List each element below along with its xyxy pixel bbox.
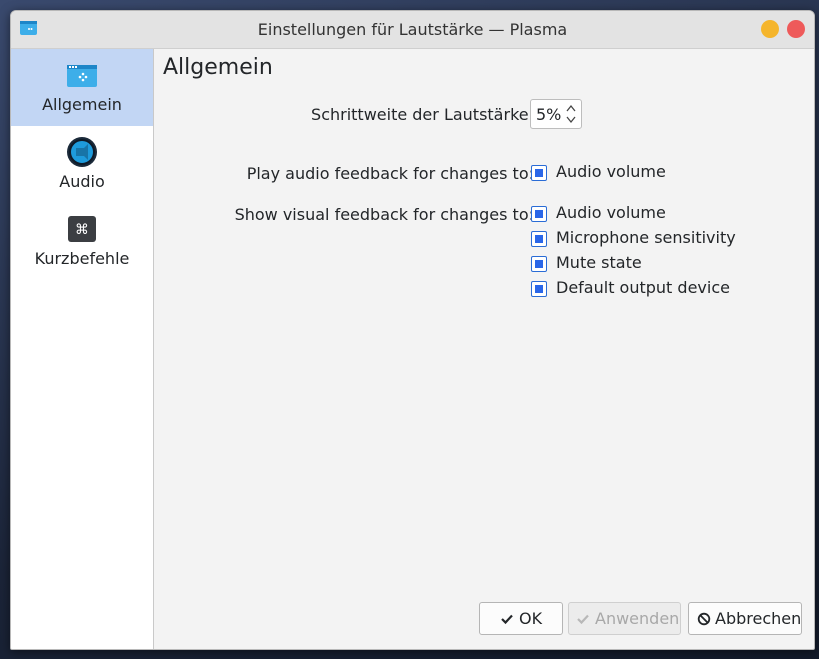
content-area: Allgemein Schrittweite der Lautstärke: 5…: [154, 49, 814, 649]
checkmark-icon: [577, 614, 589, 625]
checkbox[interactable]: [531, 206, 547, 222]
settings-window: Einstellungen für Lautstärke — Plasma Al…: [10, 10, 815, 650]
spin-arrows-icon[interactable]: [565, 102, 577, 126]
checkbox-label: Mute state: [556, 253, 642, 272]
apply-label: Anwenden: [595, 609, 680, 628]
keyboard-shortcut-icon: ⌘: [68, 216, 96, 242]
sidebar-item-label: Kurzbefehle: [34, 249, 130, 268]
sidebar-item-kurzbefehle[interactable]: ⌘ Kurzbefehle: [11, 203, 153, 280]
sidebar-item-audio[interactable]: Audio: [11, 126, 153, 203]
visual-feedback-label: Show visual feedback for changes to:: [234, 205, 534, 224]
checkbox[interactable]: [531, 165, 547, 181]
ok-label: OK: [519, 609, 543, 628]
ok-button[interactable]: OK: [479, 602, 563, 635]
checkbox[interactable]: [531, 281, 547, 297]
page-title: Allgemein: [163, 55, 273, 80]
volume-step-value: 5%: [536, 105, 562, 124]
minimize-icon[interactable]: [761, 20, 779, 38]
apply-button[interactable]: Anwenden: [568, 602, 681, 635]
sidebar-item-allgemein[interactable]: Allgemein: [11, 49, 153, 126]
checkbox-label: Default output device: [556, 278, 730, 297]
cancel-icon: [697, 612, 711, 626]
step-label: Schrittweite der Lautstärke:: [311, 105, 534, 124]
sidebar-item-label: Audio: [59, 172, 105, 191]
checkbox-label: Audio volume: [556, 162, 666, 181]
svg-text:⌘: ⌘: [75, 222, 89, 238]
checkbox-label: Microphone sensitivity: [556, 228, 736, 247]
checkbox[interactable]: [531, 256, 547, 272]
checkmark-icon: [501, 614, 513, 625]
sidebar-item-label: Allgemein: [42, 95, 122, 114]
window-title: Einstellungen für Lautstärke — Plasma: [257, 20, 568, 39]
cancel-button[interactable]: Abbrechen: [688, 602, 802, 635]
audio-feedback-label: Play audio feedback for changes to:: [246, 164, 534, 183]
audio-icon: [67, 137, 97, 167]
checkbox[interactable]: [531, 231, 547, 247]
close-icon[interactable]: [787, 20, 805, 38]
checkbox-label: Audio volume: [556, 203, 666, 222]
cancel-label: Abbrechen: [715, 609, 802, 628]
title-bar[interactable]: Einstellungen für Lautstärke — Plasma: [11, 11, 814, 49]
sidebar: Allgemein Audio ⌘ Kurzbefehle: [11, 49, 154, 649]
volume-step-spinbox[interactable]: 5%: [530, 99, 582, 129]
settings-general-icon: [67, 65, 97, 87]
